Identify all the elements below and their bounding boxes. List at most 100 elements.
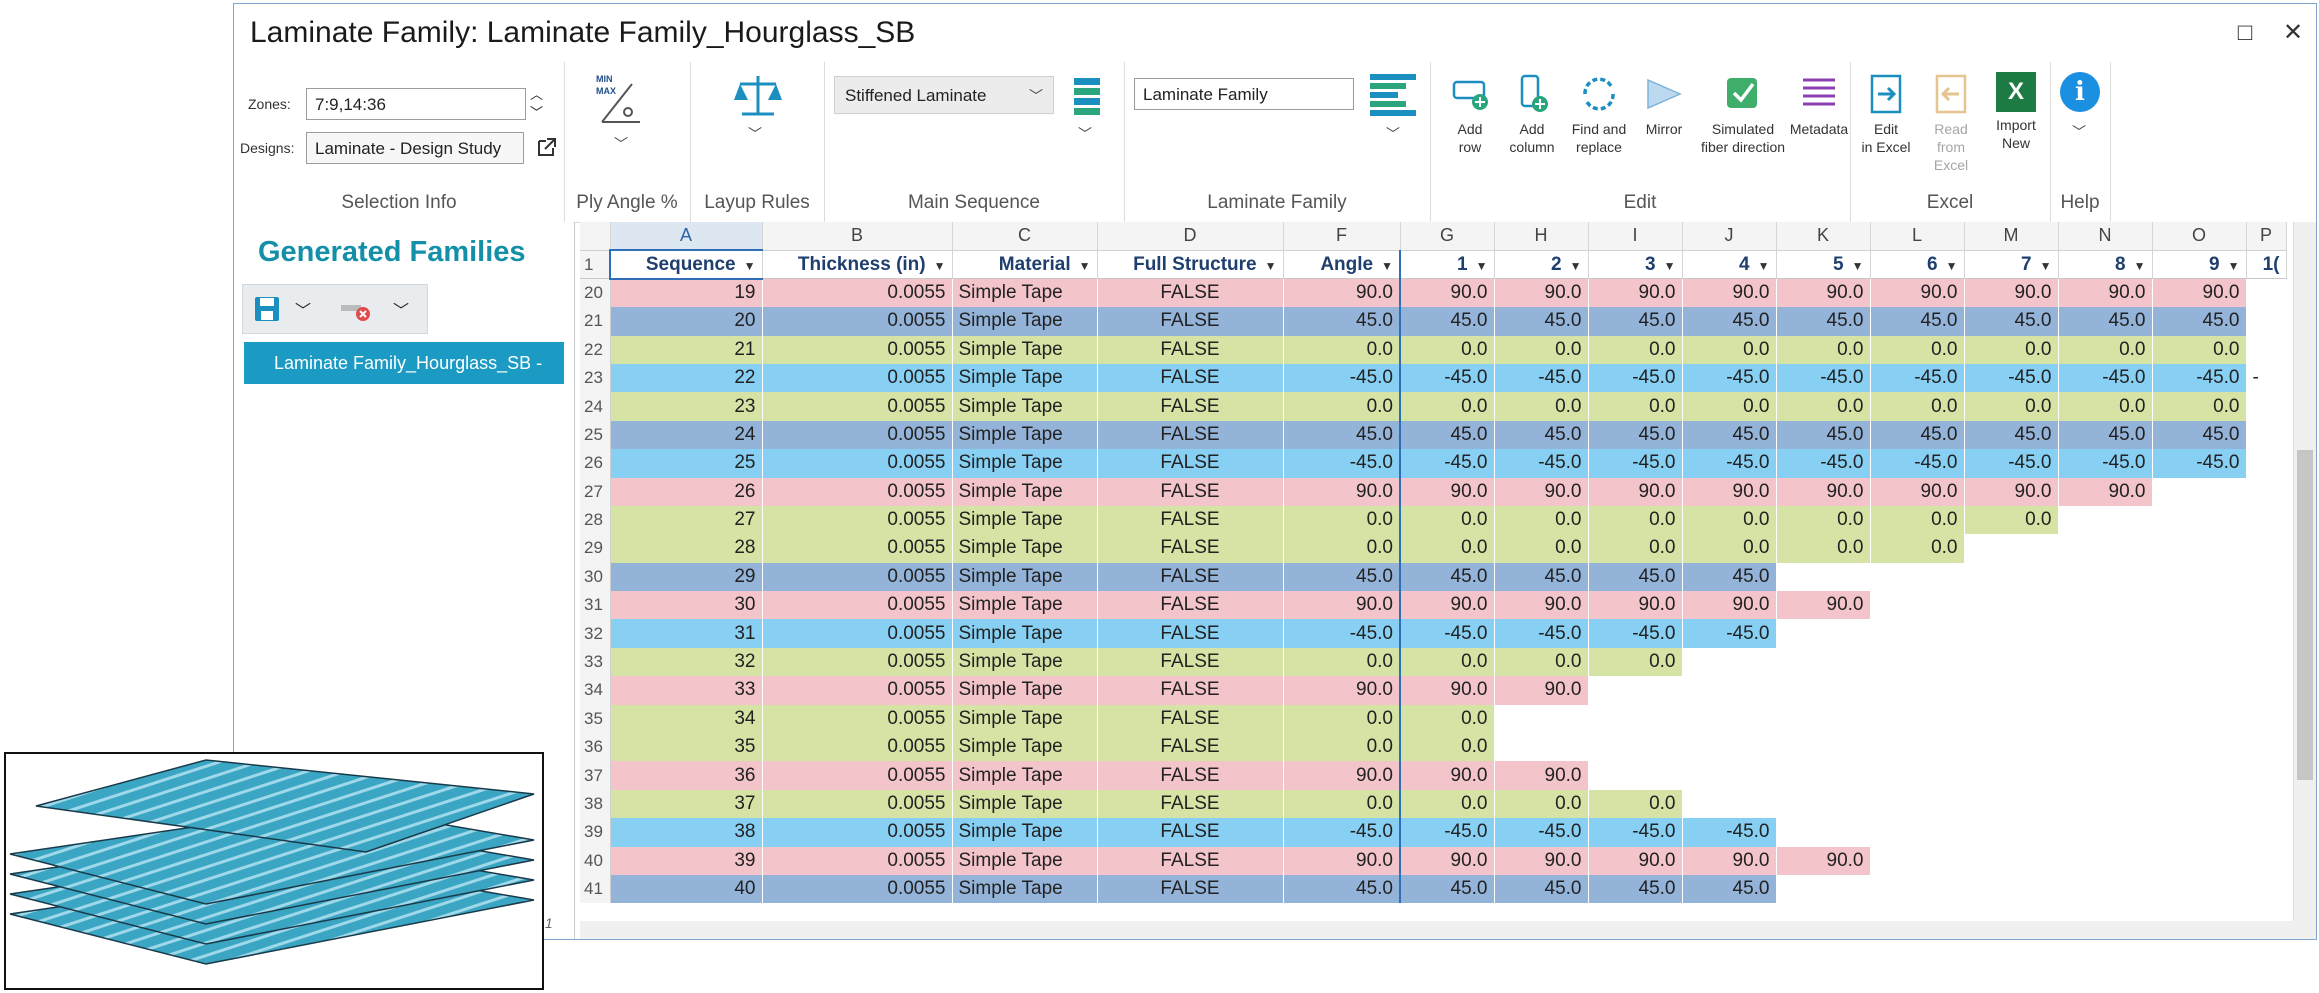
zone-value-cell[interactable]: 0.0	[1400, 505, 1495, 535]
delete-icon[interactable]	[339, 297, 373, 323]
zone-value-cell[interactable]: -45.0	[1400, 363, 1495, 393]
zone-value-cell[interactable]	[1776, 874, 1871, 904]
column-letter[interactable]: H	[1494, 222, 1589, 251]
sequence-cell[interactable]: 39	[610, 846, 763, 875]
sequence-stack-icon[interactable]	[1072, 76, 1102, 120]
edit-in-excel-button[interactable]: Edit in Excel	[1858, 72, 1914, 156]
zone-value-cell[interactable]	[1776, 733, 1871, 762]
zone-value-cell[interactable]: 90.0	[1870, 278, 1965, 308]
zone-value-cell[interactable]: 90.0	[1588, 846, 1683, 875]
column-header[interactable]: 1 ▼	[1400, 250, 1495, 280]
zone-value-cell[interactable]: 90.0	[1682, 591, 1777, 620]
sequence-cell[interactable]: 35	[610, 733, 763, 762]
zone-value-cell[interactable]: 0.0	[1494, 534, 1589, 563]
chevron-down-icon[interactable]: ﹀	[2072, 122, 2086, 142]
zone-value-cell[interactable]: 45.0	[1494, 874, 1589, 904]
overflow-cell[interactable]	[2246, 704, 2287, 734]
chevron-down-icon[interactable]: ﹀	[1078, 124, 1092, 144]
zone-value-cell[interactable]: -45.0	[1494, 449, 1589, 478]
zone-value-cell[interactable]: -45.0	[1682, 363, 1777, 393]
zone-value-cell[interactable]	[2152, 647, 2247, 677]
zone-value-cell[interactable]: 90.0	[1494, 477, 1589, 506]
zone-value-cell[interactable]	[1964, 874, 2059, 904]
table-row[interactable]: 35 34 0.0055 Simple Tape FALSE 0.0 0.0	[580, 704, 2287, 734]
sequence-cell[interactable]: 34	[610, 704, 763, 734]
column-header[interactable]: 4 ▼	[1682, 250, 1777, 280]
zone-value-cell[interactable]: 45.0	[2152, 420, 2247, 450]
zone-value-cell[interactable]	[1964, 591, 2059, 620]
sequence-cell[interactable]: 29	[610, 562, 763, 592]
table-row[interactable]: 25 24 0.0055 Simple Tape FALSE 45.0 45.0 45.0 45…	[580, 420, 2287, 450]
zone-value-cell[interactable]	[1870, 676, 1965, 705]
angle-cell[interactable]: 0.0	[1283, 789, 1401, 819]
zone-value-cell[interactable]: 45.0	[1964, 420, 2059, 450]
zone-value-cell[interactable]: -45.0	[1870, 449, 1965, 478]
zone-value-cell[interactable]	[1870, 562, 1965, 592]
column-letter[interactable]: L	[1870, 222, 1965, 251]
zone-value-cell[interactable]: 45.0	[1964, 307, 2059, 336]
zone-value-cell[interactable]: 45.0	[1682, 562, 1777, 592]
zone-value-cell[interactable]	[1494, 733, 1589, 762]
filter-dropdown-icon[interactable]: ▼	[1476, 259, 1488, 273]
full-structure-cell[interactable]: FALSE	[1097, 761, 1284, 790]
thickness-cell[interactable]: 0.0055	[762, 392, 953, 421]
angle-cell[interactable]: 90.0	[1283, 477, 1401, 506]
zone-value-cell[interactable]: -45.0	[2152, 449, 2247, 478]
zone-value-cell[interactable]: 45.0	[1870, 307, 1965, 336]
zone-value-cell[interactable]	[1776, 562, 1871, 592]
zone-value-cell[interactable]	[1964, 733, 2059, 762]
column-header[interactable]: Sequence ▼	[609, 249, 763, 280]
zone-value-cell[interactable]: 45.0	[1682, 420, 1777, 450]
angle-cell[interactable]: 0.0	[1283, 335, 1401, 364]
zone-value-cell[interactable]: 45.0	[2152, 307, 2247, 336]
zone-value-cell[interactable]: 45.0	[1588, 562, 1683, 592]
column-letter[interactable]: O	[2152, 222, 2247, 251]
full-structure-cell[interactable]: FALSE	[1097, 335, 1284, 364]
zone-value-cell[interactable]: 45.0	[1400, 420, 1495, 450]
zone-value-cell[interactable]: -45.0	[1400, 818, 1495, 847]
zone-value-cell[interactable]	[2058, 874, 2153, 904]
laminate-grid[interactable]: A B C D F G H I J K L M N O P 1 Sequence ▼ Thickness (in) ▼…	[580, 222, 2316, 939]
zone-value-cell[interactable]	[1588, 761, 1683, 790]
zone-value-cell[interactable]: 0.0	[1400, 335, 1495, 364]
zone-value-cell[interactable]	[1964, 647, 2059, 677]
overflow-cell[interactable]	[2246, 534, 2287, 563]
filter-dropdown-icon[interactable]: ▼	[744, 259, 756, 273]
zone-value-cell[interactable]	[2058, 704, 2153, 734]
full-structure-cell[interactable]: FALSE	[1097, 477, 1284, 506]
zone-value-cell[interactable]: 0.0	[1588, 335, 1683, 364]
thickness-cell[interactable]: 0.0055	[762, 704, 953, 734]
angle-cell[interactable]: 90.0	[1283, 676, 1401, 705]
angle-cell[interactable]: 0.0	[1283, 733, 1401, 762]
zone-value-cell[interactable]	[2152, 818, 2247, 847]
zone-value-cell[interactable]: 0.0	[1494, 789, 1589, 819]
zone-value-cell[interactable]: 90.0	[1964, 278, 2059, 308]
zone-value-cell[interactable]: 90.0	[1400, 278, 1495, 308]
angle-cell[interactable]: -45.0	[1283, 818, 1401, 847]
thickness-cell[interactable]: 0.0055	[762, 591, 953, 620]
full-structure-cell[interactable]: FALSE	[1097, 562, 1284, 592]
zone-value-cell[interactable]	[2152, 505, 2247, 535]
zone-value-cell[interactable]	[1776, 789, 1871, 819]
zone-value-cell[interactable]	[2058, 647, 2153, 677]
zone-value-cell[interactable]: -45.0	[1870, 363, 1965, 393]
zone-value-cell[interactable]: 45.0	[1776, 420, 1871, 450]
zone-value-cell[interactable]: 0.0	[1494, 335, 1589, 364]
column-letter[interactable]: C	[952, 222, 1098, 251]
zone-value-cell[interactable]: 0.0	[1964, 335, 2059, 364]
zone-value-cell[interactable]: 0.0	[1776, 505, 1871, 535]
overflow-cell[interactable]	[2246, 676, 2287, 705]
zone-value-cell[interactable]: 45.0	[1682, 874, 1777, 904]
angle-cell[interactable]: 45.0	[1283, 562, 1401, 592]
table-row[interactable]: 41 40 0.0055 Simple Tape FALSE 45.0 45.0 45.0 45…	[580, 874, 2287, 904]
filter-dropdown-icon[interactable]: ▼	[2040, 259, 2052, 273]
material-cell[interactable]: Simple Tape	[952, 505, 1098, 535]
zone-value-cell[interactable]: -45.0	[2058, 363, 2153, 393]
thickness-cell[interactable]: 0.0055	[762, 307, 953, 336]
close-icon[interactable]: ✕	[2278, 18, 2308, 48]
zones-spinner-down-icon[interactable]: ﹀	[530, 102, 543, 121]
zone-value-cell[interactable]: 0.0	[1682, 505, 1777, 535]
zone-value-cell[interactable]	[1964, 789, 2059, 819]
designs-input[interactable]: Laminate - Design Study	[306, 132, 524, 164]
zone-value-cell[interactable]: 90.0	[1682, 477, 1777, 506]
